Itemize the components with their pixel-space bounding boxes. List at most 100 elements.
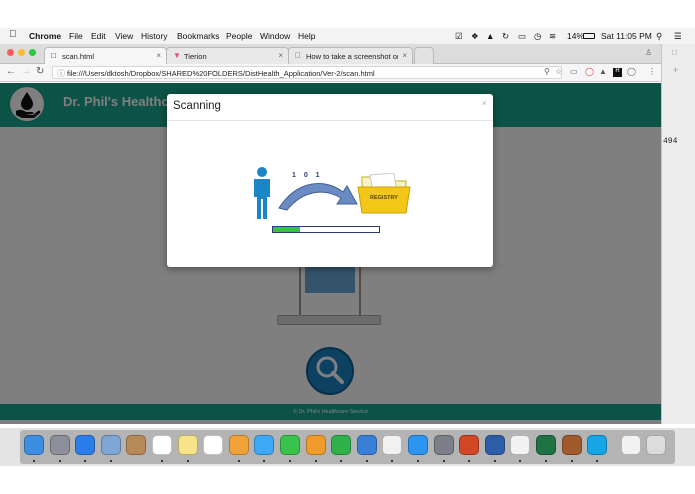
numbers-icon[interactable] xyxy=(331,435,352,455)
tab-scan-html[interactable]: □ scan.html × xyxy=(44,47,167,64)
battery-icon[interactable] xyxy=(583,33,595,39)
messages-icon[interactable] xyxy=(254,435,275,455)
bookmark-star-icon[interactable]: ☆ xyxy=(555,67,562,76)
clock[interactable]: Sat 11:05 PM xyxy=(601,31,652,41)
spotlight-icon[interactable]: ⚲ xyxy=(656,31,662,42)
running-indicator xyxy=(365,460,368,462)
transfer-arrow-icon xyxy=(278,183,358,211)
close-window-icon[interactable] xyxy=(7,49,14,56)
close-tab-icon[interactable]: × xyxy=(156,51,161,60)
tierion-icon: ▼ xyxy=(173,51,181,60)
tab-title: Tierion xyxy=(184,52,207,61)
running-indicator xyxy=(186,460,189,462)
sync-icon[interactable]: ↻ xyxy=(502,31,509,42)
forward-icon[interactable]: → xyxy=(21,66,31,77)
running-indicator xyxy=(161,460,163,462)
calendar-icon[interactable] xyxy=(152,435,172,455)
system-preferences-icon[interactable] xyxy=(433,435,454,455)
apple-support-icon:  xyxy=(295,51,301,60)
skype-icon[interactable] xyxy=(587,435,608,455)
minimize-window-icon[interactable] xyxy=(18,49,25,56)
pages-icon[interactable] xyxy=(305,435,326,455)
background-window: □ + xyxy=(661,44,695,424)
notes-icon[interactable] xyxy=(177,435,198,455)
running-indicator xyxy=(314,460,317,462)
menu-file[interactable]: File xyxy=(69,31,83,41)
menu-edit[interactable]: Edit xyxy=(91,31,106,41)
menu-bookmarks[interactable]: Bookmarks xyxy=(177,31,220,41)
drive-icon[interactable]: ▲ xyxy=(486,31,494,41)
close-tab-icon[interactable]: × xyxy=(278,51,283,60)
background-number: 494 xyxy=(663,137,678,146)
apple-menu-icon[interactable]:  xyxy=(9,29,17,40)
tab-title: scan.html xyxy=(62,52,95,61)
info-icon[interactable]: ⓘ xyxy=(57,68,65,79)
profile-icon[interactable]: ♙ xyxy=(645,48,652,57)
tab-strip: □ scan.html × ▼ Tierion ×  How to take … xyxy=(0,44,661,64)
running-indicator xyxy=(33,460,35,462)
menu-history[interactable]: History xyxy=(141,31,167,41)
trash-icon[interactable] xyxy=(646,435,667,455)
running-indicator xyxy=(58,460,61,462)
running-indicator xyxy=(493,460,496,462)
excel-icon[interactable] xyxy=(536,435,556,455)
keynote-icon[interactable] xyxy=(356,435,377,455)
search-icon[interactable]: ⚲ xyxy=(544,67,550,76)
app-store-icon[interactable] xyxy=(408,435,428,455)
person-icon xyxy=(254,167,270,219)
menu-people[interactable]: People xyxy=(226,31,252,41)
cast-icon[interactable]: ▭ xyxy=(570,67,578,76)
time-machine-icon[interactable]: ◷ xyxy=(534,31,541,42)
finder-icon[interactable] xyxy=(24,435,44,455)
airplay-icon[interactable]: ▭ xyxy=(518,31,526,42)
status-icon-checkbox[interactable]: ☑ xyxy=(455,31,463,42)
tab-title: How to take a screenshot on y xyxy=(306,52,398,61)
facetime-icon[interactable] xyxy=(280,435,300,455)
wifi-icon[interactable]: ≋ xyxy=(549,31,556,42)
app-menu[interactable]: Chrome xyxy=(29,31,61,41)
close-icon[interactable]: × xyxy=(482,98,487,108)
reload-icon[interactable]: ↻ xyxy=(36,66,44,77)
chrome-menu-icon[interactable]: ⋮ xyxy=(648,67,656,76)
chrome-icon[interactable] xyxy=(510,435,531,455)
notification-center-icon[interactable]: ☰ xyxy=(674,31,682,42)
plus-icon[interactable]: + xyxy=(673,65,678,75)
photos-icon[interactable] xyxy=(228,435,249,455)
menu-window[interactable]: Window xyxy=(260,31,290,41)
address-bar[interactable]: ⓘ file:///Users/dktosh/Dropbox/SHARED%20… xyxy=(52,66,562,79)
launchpad-icon[interactable] xyxy=(49,435,70,455)
powerpoint-icon[interactable] xyxy=(459,435,480,455)
preview-icon[interactable] xyxy=(100,435,121,455)
tab-screenshot-howto[interactable]:  How to take a screenshot on y × xyxy=(288,47,413,64)
document-icon[interactable] xyxy=(620,435,641,455)
zoom-window-icon[interactable] xyxy=(29,49,36,56)
running-indicator xyxy=(289,460,291,462)
close-tab-icon[interactable]: × xyxy=(402,51,407,60)
window-control-icon[interactable]: □ xyxy=(672,48,677,57)
safari-icon[interactable] xyxy=(75,435,96,455)
extension-icon[interactable]: ▲ xyxy=(599,67,607,76)
reminders-icon[interactable] xyxy=(203,435,224,455)
tab-tierion[interactable]: ▼ Tierion × xyxy=(166,47,289,64)
game-icon[interactable] xyxy=(561,435,582,455)
itunes-icon[interactable] xyxy=(382,435,403,455)
registry-folder-icon xyxy=(357,173,411,214)
battery-percent[interactable]: 14% xyxy=(567,31,584,41)
browser-toolbar: ← → ↻ ⓘ file:///Users/dktosh/Dropbox/SHA… xyxy=(0,64,661,82)
extension2-icon[interactable]: ◯ xyxy=(627,67,636,76)
running-indicator xyxy=(109,460,112,462)
url-text[interactable]: file:///Users/dktosh/Dropbox/SHARED%20FO… xyxy=(67,69,375,78)
contacts-icon[interactable] xyxy=(126,435,147,455)
back-icon[interactable]: ← xyxy=(6,66,16,77)
screen-sharing-icon[interactable] xyxy=(484,435,505,455)
menu-view[interactable]: View xyxy=(115,31,133,41)
menu-help[interactable]: Help xyxy=(298,31,315,41)
dropbox-icon[interactable]: ❖ xyxy=(471,31,479,42)
new-tab-button[interactable] xyxy=(414,47,434,64)
menu-bar:  Chrome File Edit View History Bookmark… xyxy=(0,28,695,44)
readability-icon[interactable]: R xyxy=(613,68,622,77)
modal-divider xyxy=(167,120,493,121)
running-indicator xyxy=(570,460,573,462)
opera-icon[interactable]: ◯ xyxy=(585,67,594,76)
running-indicator xyxy=(237,460,240,462)
